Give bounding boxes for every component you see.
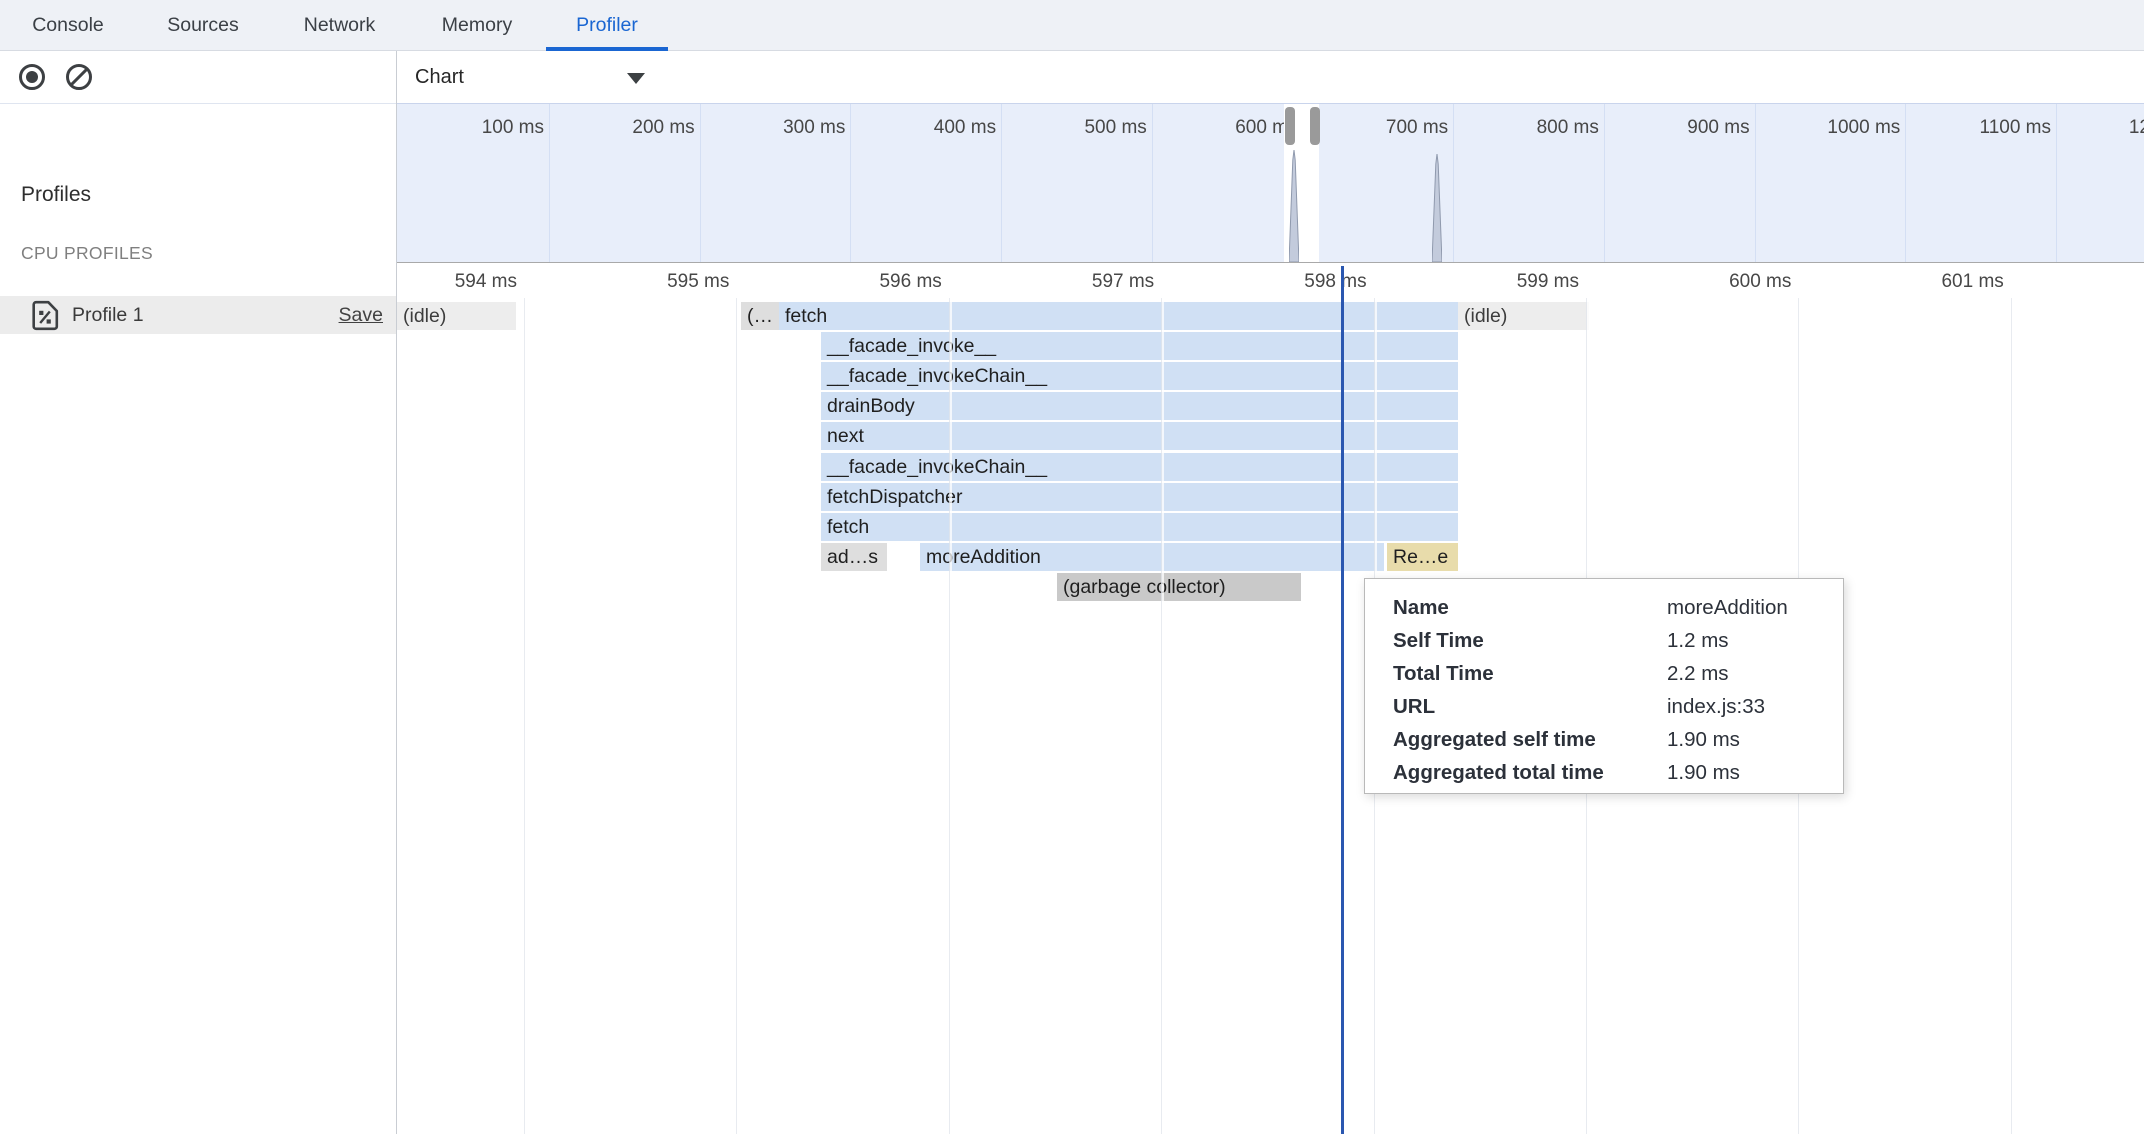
ruler-tick-label: 599 ms <box>1426 271 1579 293</box>
profiler-main-panel: Chart 100 ms200 ms300 ms400 ms500 ms600 … <box>397 51 2144 1134</box>
chevron-down-icon <box>627 73 645 84</box>
tooltip-value: 1.90 ms <box>1667 761 1740 785</box>
flame-bar-ad-s[interactable]: ad…s <box>821 543 887 571</box>
tooltip-value: 1.90 ms <box>1667 728 1740 752</box>
flame-bar-fetchdispatcher[interactable]: fetchDispatcher <box>821 483 1458 511</box>
tooltip-label: Name <box>1393 596 1449 620</box>
tooltip-label: Self Time <box>1393 629 1484 653</box>
flame-bar-moreaddition[interactable]: moreAddition <box>920 543 1384 571</box>
flamechart-gridline <box>1161 298 1164 1134</box>
overview-tick-label: 1000 ms <box>1745 117 1900 139</box>
flamechart-gridline <box>2011 298 2014 1134</box>
flamechart-gridline <box>736 298 739 1134</box>
overview-tick-label: 200 ms <box>540 117 695 139</box>
overview-tick-label: 1100 ms <box>1896 117 2051 139</box>
cpu-activity-spike <box>1289 150 1299 262</box>
flame-bar--facade-invokechain-[interactable]: __facade_invokeChain__ <box>821 362 1458 390</box>
flame-bar-fetch[interactable]: fetch <box>779 302 1458 330</box>
flame-bar--facade-invokechain-[interactable]: __facade_invokeChain__ <box>821 453 1458 481</box>
tab-sources[interactable]: Sources <box>156 0 250 50</box>
tooltip-label: Aggregated self time <box>1393 728 1596 752</box>
flame-bar-fetch[interactable]: fetch <box>821 513 1458 541</box>
flame-bar-re-e[interactable]: Re…e <box>1387 543 1458 571</box>
ruler-tick-label: 600 ms <box>1638 271 1791 293</box>
flame-bar--[interactable]: (… <box>741 302 779 330</box>
ruler-tick-label: 601 ms <box>1851 271 2004 293</box>
ruler-tick-label: 594 ms <box>397 271 517 293</box>
tooltip-value: 2.2 ms <box>1667 662 1729 686</box>
ruler-tick-label: 597 ms <box>1001 271 1154 293</box>
profile-document-icon <box>31 300 59 331</box>
overview-tick-label: 900 ms <box>1595 117 1750 139</box>
flamechart-canvas[interactable]: (idle)(…fetch(idle)__facade_invoke____fa… <box>397 298 2144 1134</box>
flame-bar--idle-[interactable]: (idle) <box>397 302 516 330</box>
profiles-heading: Profiles <box>21 183 91 207</box>
flame-bar--idle-[interactable]: (idle) <box>1458 302 1589 330</box>
frame-details-tooltip: Name moreAddition Self Time 1.2 ms Total Tim… <box>1364 578 1844 794</box>
tab-memory[interactable]: Memory <box>429 0 525 50</box>
profile-name: Profile 1 <box>72 304 144 327</box>
ruler-tick-label: 596 ms <box>789 271 942 293</box>
flamechart-time-ruler: 594 ms595 ms596 ms597 ms598 ms599 ms600 … <box>397 263 2144 298</box>
tooltip-label: Aggregated total time <box>1393 761 1604 785</box>
overview-tick-label: 1200 ms <box>2047 117 2144 139</box>
overview-tick-label: 400 ms <box>841 117 996 139</box>
overview-tick-label: 800 ms <box>1444 117 1599 139</box>
tooltip-row: Aggregated total time 1.90 ms <box>1365 757 1843 790</box>
tab-console[interactable]: Console <box>22 0 114 50</box>
record-profile-icon[interactable] <box>17 62 47 92</box>
flame-bar-drainbody[interactable]: drainBody <box>821 392 1458 420</box>
save-profile-link[interactable]: Save <box>339 304 383 327</box>
overview-tick-label: 500 ms <box>992 117 1147 139</box>
view-mode-dropdown[interactable]: Chart <box>415 51 464 103</box>
chart-view-toolbar: Chart <box>397 51 2144 103</box>
ruler-tick-label: 595 ms <box>576 271 729 293</box>
tooltip-row: Total Time 2.2 ms <box>1365 658 1843 691</box>
flamechart-gridline <box>524 298 527 1134</box>
profiles-toolbar <box>0 51 396 104</box>
flamechart-gridline <box>949 298 952 1134</box>
tooltip-value: 1.2 ms <box>1667 629 1729 653</box>
overview-tick-label: 600 ms <box>1143 117 1298 139</box>
sidebar-item-profile-1[interactable]: Profile 1 Save <box>0 296 396 334</box>
tooltip-value: index.js:33 <box>1667 695 1765 719</box>
flame-bar--garbage-collector-[interactable]: (garbage collector) <box>1057 573 1301 601</box>
selected-time-marker <box>1341 266 1344 1134</box>
tooltip-row: Self Time 1.2 ms <box>1365 625 1843 658</box>
overview-selection-left-handle[interactable] <box>1285 107 1295 145</box>
tooltip-row: Name moreAddition <box>1365 592 1843 625</box>
cpu-activity-spike <box>1432 154 1442 262</box>
flame-bar-next[interactable]: next <box>821 422 1458 450</box>
overview-tick-label: 100 ms <box>397 117 544 139</box>
tab-network[interactable]: Network <box>293 0 386 50</box>
profile-overview-pane[interactable]: 100 ms200 ms300 ms400 ms500 ms600 ms700 … <box>397 103 2144 263</box>
clear-profiles-icon[interactable] <box>64 62 94 92</box>
overview-tick-label: 300 ms <box>690 117 845 139</box>
tooltip-row: URL index.js:33 <box>1365 691 1843 724</box>
tooltip-row: Aggregated self time 1.90 ms <box>1365 724 1843 757</box>
profiles-sidebar: Profiles CPU PROFILES Profile 1 Save <box>0 51 397 1134</box>
tooltip-value: moreAddition <box>1667 596 1788 620</box>
tooltip-label: Total Time <box>1393 662 1494 686</box>
flame-bar--facade-invoke-[interactable]: __facade_invoke__ <box>821 332 1458 360</box>
cpu-profiles-section-heading: CPU PROFILES <box>21 243 153 264</box>
tab-profiler[interactable]: Profiler <box>546 0 668 50</box>
devtools-tab-bar: Console Sources Network Memory Profiler <box>0 0 2144 51</box>
overview-selection-right-handle[interactable] <box>1310 107 1320 145</box>
view-mode-value: Chart <box>415 66 464 89</box>
tooltip-label: URL <box>1393 695 1435 719</box>
